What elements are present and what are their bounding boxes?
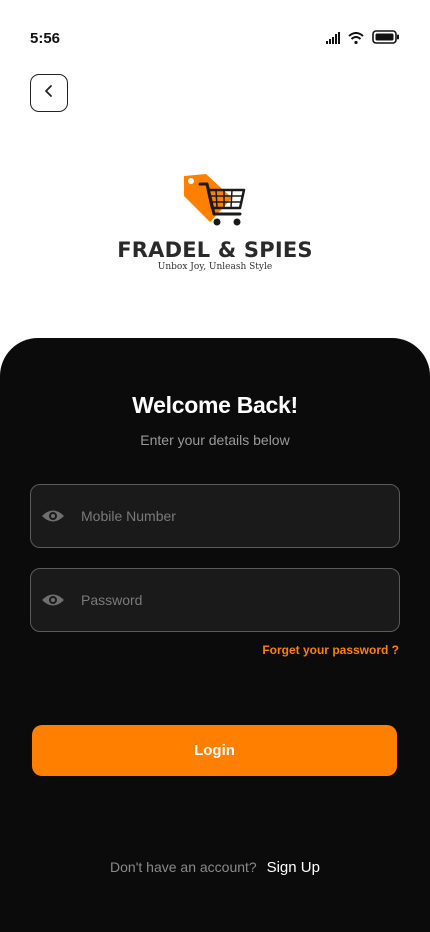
wifi-icon <box>348 31 364 49</box>
page-title: Welcome Back! <box>132 392 298 418</box>
password-input[interactable] <box>79 591 385 609</box>
page-subtitle: Enter your details below <box>140 432 290 448</box>
login-panel <box>0 338 430 932</box>
eye-icon[interactable] <box>41 504 65 528</box>
brand-tagline: Unbox Joy, Unleash Style <box>157 262 273 272</box>
chevron-left-icon <box>43 84 55 103</box>
brand-name: FRADEL & SPIES <box>117 238 313 262</box>
brand-logo <box>0 170 430 243</box>
status-icons <box>326 30 400 49</box>
battery-icon <box>372 30 400 49</box>
eye-icon[interactable] <box>41 588 65 612</box>
signup-question: Don't have an account? <box>110 859 257 875</box>
signup-link[interactable]: Sign Up <box>267 859 320 876</box>
signal-icon <box>326 31 340 49</box>
password-field[interactable] <box>30 568 400 632</box>
status-time: 5:56 <box>30 30 61 47</box>
back-button[interactable] <box>30 74 68 112</box>
login-button[interactable]: Login <box>32 725 397 776</box>
mobile-number-input[interactable] <box>79 507 385 525</box>
signup-row: Don't have an account? Sign Up <box>0 859 430 876</box>
status-bar: 5:56 <box>0 0 430 76</box>
mobile-number-field[interactable] <box>30 484 400 548</box>
forgot-password-link[interactable]: Forget your password ? <box>262 643 399 657</box>
